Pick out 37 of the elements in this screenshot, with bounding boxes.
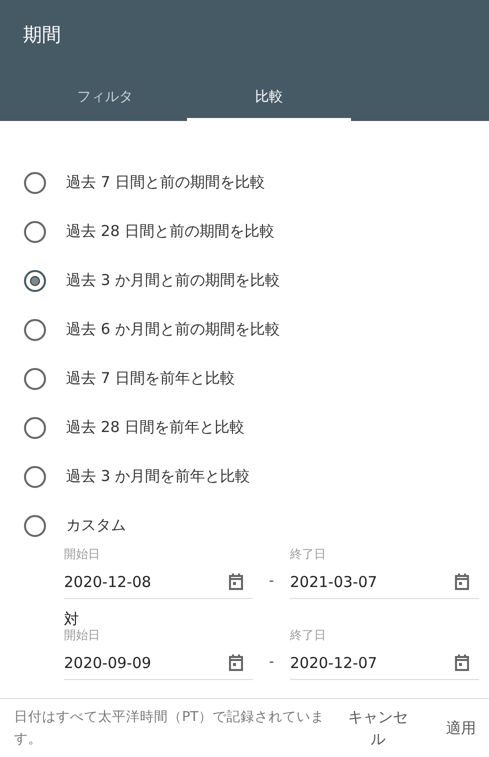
calendar-icon[interactable] (453, 573, 471, 591)
option-label: カスタム (66, 516, 126, 535)
calendar-icon[interactable] (227, 654, 245, 672)
option-label: 過去 7 日間を前年と比較 (66, 369, 236, 388)
field-label: 終了日 (290, 627, 327, 643)
tab[interactable]: 比較 (187, 76, 351, 121)
option-label: 過去 28 日間と前の期間を比較 (66, 222, 275, 241)
option-label: 過去 6 か月間と前の期間を比較 (66, 320, 280, 339)
field-label: 開始日 (64, 546, 101, 562)
calendar-icon[interactable] (453, 654, 471, 672)
option-label: 過去 7 日間と前の期間を比較 (66, 173, 266, 192)
tab[interactable]: フィルタ (23, 76, 187, 121)
radio-button[interactable] (24, 514, 46, 536)
option-label: 過去 3 か月間と前の期間を比較 (66, 271, 280, 290)
date-field[interactable]: 2021-03-07 (290, 570, 479, 599)
radio-button[interactable] (24, 368, 46, 390)
range-separator: - (268, 654, 276, 672)
range-heading: 対 (64, 611, 80, 627)
date-field[interactable]: 2020-12-07 (290, 651, 479, 680)
range-separator: - (268, 573, 276, 591)
radio-button[interactable] (24, 318, 46, 340)
option-label: 過去 3 か月間を前年と比較 (66, 467, 250, 486)
calendar-icon[interactable] (227, 573, 245, 591)
radio-button[interactable] (24, 416, 46, 438)
dialog-title: 期間 (22, 23, 62, 48)
date-field[interactable]: 2020-12-08 (64, 570, 253, 599)
option-label: 過去 28 日間を前年と比較 (66, 418, 245, 437)
field-label: 開始日 (64, 627, 101, 643)
dialog-button[interactable]: キャンセル (342, 706, 414, 750)
dialog-button[interactable]: 適用 (446, 717, 476, 739)
radio-button[interactable] (24, 466, 46, 488)
radio-button[interactable] (24, 172, 46, 194)
timezone-note: 日付はすべて太平洋時間（PT）で記録されています。 (14, 708, 326, 749)
field-label: 終了日 (290, 546, 327, 562)
date-field[interactable]: 2020-09-09 (64, 651, 253, 680)
radio-button[interactable] (24, 270, 46, 292)
radio-button[interactable] (24, 220, 46, 242)
